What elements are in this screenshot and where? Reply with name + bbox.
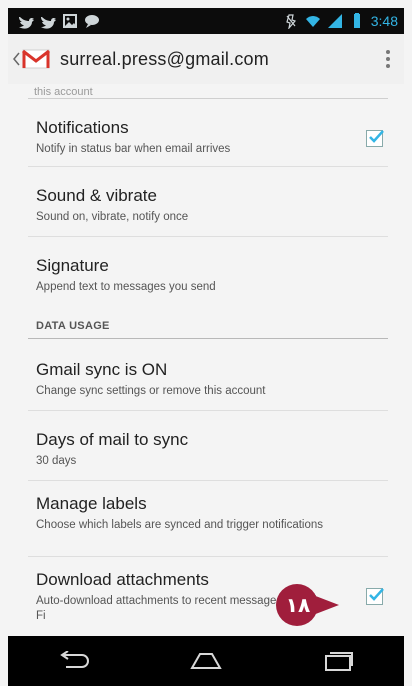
pref-signature[interactable]: Signature Append text to messages you se… xyxy=(28,236,388,308)
divider xyxy=(28,98,388,99)
pref-title: Download attachments xyxy=(36,570,209,589)
action-bar: surreal.press@gmail.com xyxy=(8,34,404,85)
pref-summary: 30 days xyxy=(36,455,77,467)
cut-off-text: this account xyxy=(34,86,93,98)
pref-title: Sound & vibrate xyxy=(36,186,157,205)
pref-title: Days of mail to sync xyxy=(36,430,189,449)
phone-screen: 3:48 surreal.press@gmail.com this accoun… xyxy=(0,0,412,686)
pref-days-to-sync[interactable]: Days of mail to sync 30 days xyxy=(28,410,388,481)
section-divider xyxy=(28,338,388,339)
gmail-logo-icon[interactable] xyxy=(22,48,50,70)
pref-summary: Sound on, vibrate, notify once xyxy=(36,211,189,223)
back-icon xyxy=(60,651,89,668)
status-bar: 3:48 xyxy=(8,8,404,34)
twitter-icon xyxy=(41,17,56,29)
wifi-icon xyxy=(305,16,320,27)
twitter-icon xyxy=(19,17,34,29)
notification-icons xyxy=(8,13,100,29)
pref-summary: Change sync settings or remove this acco… xyxy=(36,385,266,397)
home-button[interactable] xyxy=(176,646,236,676)
pref-title: Notifications xyxy=(36,118,129,137)
pref-title: Manage labels xyxy=(36,494,147,513)
system-icons: 3:48 xyxy=(283,13,404,29)
mute-icon xyxy=(286,14,296,29)
battery-icon xyxy=(353,13,360,28)
home-icon xyxy=(190,653,222,669)
overflow-menu-icon[interactable] xyxy=(386,50,390,68)
callout-number: ١٨ xyxy=(285,594,311,617)
download-attachments-checkbox[interactable] xyxy=(366,588,384,605)
pref-title: Signature xyxy=(36,256,109,275)
pref-manage-labels[interactable]: Manage labels Choose which labels are sy… xyxy=(28,480,388,557)
pref-sound-vibrate[interactable]: Sound & vibrate Sound on, vibrate, notif… xyxy=(28,166,388,237)
up-caret-icon[interactable] xyxy=(12,51,20,67)
notifications-checkbox[interactable] xyxy=(366,130,384,147)
signal-icon xyxy=(327,14,342,28)
navigation-bar xyxy=(8,636,404,686)
clock: 3:48 xyxy=(370,13,398,29)
back-button[interactable] xyxy=(44,646,104,676)
step-callout: ١٨ xyxy=(275,583,339,627)
image-icon xyxy=(63,14,77,28)
account-title: surreal.press@gmail.com xyxy=(60,48,269,69)
checkmark-icon xyxy=(369,588,384,601)
recent-apps-icon xyxy=(325,652,353,671)
settings-list: this account Notifications Notify in sta… xyxy=(8,84,404,628)
pref-summary: Choose which labels are synced and trigg… xyxy=(36,519,324,531)
pref-gmail-sync[interactable]: Gmail sync is ON Change sync settings or… xyxy=(28,340,388,411)
pref-summary: Notify in status bar when email arrives xyxy=(36,143,231,155)
recent-apps-button[interactable] xyxy=(308,646,368,676)
checkmark-icon xyxy=(369,130,384,143)
pref-title: Gmail sync is ON xyxy=(36,360,168,379)
pref-notifications[interactable]: Notifications Notify in status bar when … xyxy=(28,100,388,167)
pref-summary: Append text to messages you send xyxy=(36,281,216,293)
chat-icon xyxy=(85,15,99,28)
section-header-data-usage: DATA USAGE xyxy=(36,320,110,332)
